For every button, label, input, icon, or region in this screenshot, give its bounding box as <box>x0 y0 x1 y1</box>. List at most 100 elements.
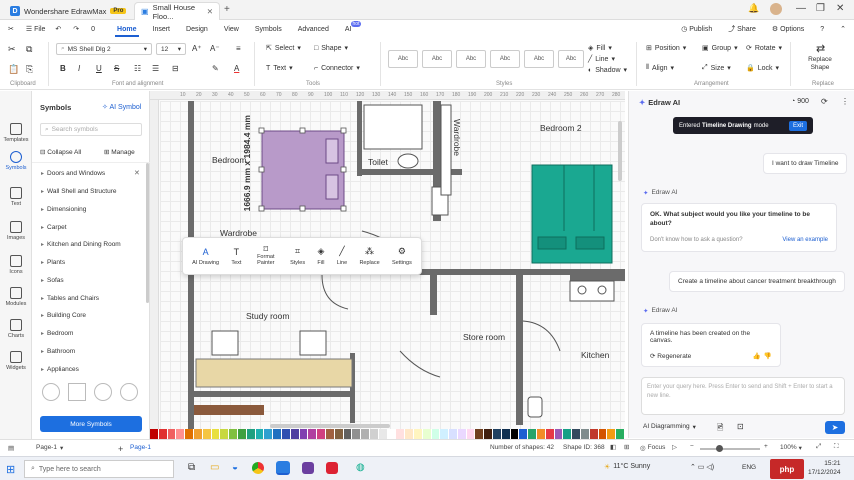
regenerate-button[interactable]: ⟳ Regenerate <box>650 352 691 360</box>
rail-images[interactable]: Images <box>0 221 32 241</box>
add-page-button[interactable]: + <box>118 444 123 454</box>
edge-dev-icon[interactable]: ◍ <box>356 462 365 473</box>
publish-button[interactable]: ◷ Publish <box>673 25 720 33</box>
style-swatch[interactable]: Abc <box>456 50 486 68</box>
page-tab[interactable]: Page-1 <box>130 444 151 451</box>
ai-mode-select[interactable]: AI Diagramming ▾ <box>643 423 696 431</box>
page-select[interactable]: Page-1 ▾ <box>36 444 63 452</box>
color-swatch[interactable] <box>158 429 168 439</box>
ai-query-input[interactable]: Enter your query here. Press Enter to se… <box>641 377 845 415</box>
copy-icon[interactable]: ⧉ <box>26 44 32 55</box>
focus-button[interactable]: ◎ Focus <box>640 444 665 452</box>
color-swatch[interactable] <box>537 429 546 439</box>
color-swatch[interactable] <box>449 429 458 439</box>
attach-icon[interactable]: 🖻 <box>717 422 723 436</box>
color-swatch[interactable] <box>220 429 230 439</box>
share-button[interactable]: ⤴ Share <box>720 24 764 34</box>
menu-home[interactable]: Home <box>109 26 144 37</box>
text-frame-icon[interactable]: ⊟ <box>172 64 179 73</box>
history-icon[interactable]: ⟳ <box>821 97 828 106</box>
undo-button[interactable]: ↶ <box>49 25 67 33</box>
library-dimensioning[interactable]: Dimensioning <box>41 206 86 213</box>
play-icon[interactable]: ▷ <box>672 443 677 451</box>
library-doors-windows[interactable]: Doors and Windows <box>41 170 105 177</box>
zoom-in-icon[interactable]: + <box>764 443 768 450</box>
color-swatch[interactable] <box>493 429 502 439</box>
thumbs-up-icon[interactable]: 👍 <box>753 352 761 360</box>
library-bedroom[interactable]: Bedroom <box>41 330 73 337</box>
ai-symbol-button[interactable]: ✧ AI Symbol <box>102 103 141 111</box>
color-swatch[interactable] <box>387 429 397 439</box>
layers-icon[interactable]: ◧ <box>610 443 616 451</box>
library-appliances[interactable]: Appliances <box>41 366 79 373</box>
style-swatch[interactable]: Abc <box>422 50 452 68</box>
color-swatch[interactable] <box>413 429 423 439</box>
color-swatch[interactable] <box>607 429 617 439</box>
weather-widget[interactable]: ☀ 11°C Sunny <box>604 463 650 471</box>
underline-icon[interactable]: U <box>96 64 102 73</box>
close-window-icon[interactable]: ✕ <box>836 3 844 14</box>
more-symbols-button[interactable]: More Symbols <box>40 416 142 432</box>
room-label[interactable]: Store room <box>463 332 505 342</box>
color-swatch[interactable] <box>273 429 282 439</box>
color-swatch[interactable] <box>581 429 590 439</box>
more-icon[interactable]: ⋮ <box>841 97 849 106</box>
search-input[interactable]: ⌕ Search symbols <box>40 123 142 136</box>
align-center-icon[interactable]: ≡ <box>236 44 241 53</box>
color-swatch[interactable] <box>475 429 485 439</box>
color-swatch[interactable] <box>290 429 300 439</box>
view-example-link[interactable]: View an example <box>782 236 828 245</box>
color-swatch[interactable] <box>369 429 379 439</box>
library-wall-shell[interactable]: Wall Shell and Structure <box>41 188 117 195</box>
text-tool-float[interactable]: T Text <box>231 247 241 266</box>
color-swatch[interactable] <box>281 429 291 439</box>
help-icon[interactable]: ? <box>812 26 832 33</box>
bullet-list-icon[interactable]: ☰ <box>152 64 159 73</box>
color-swatch[interactable] <box>528 429 538 439</box>
color-swatch[interactable] <box>202 429 212 439</box>
color-swatch[interactable] <box>378 429 388 439</box>
zoom-slider[interactable] <box>700 448 760 450</box>
color-swatch[interactable] <box>264 429 274 439</box>
color-swatch[interactable] <box>396 429 406 439</box>
menu-symbols[interactable]: Symbols <box>247 26 290 33</box>
list-icon[interactable]: ☷ <box>134 64 141 73</box>
close-tab-icon[interactable]: ✕ <box>207 7 213 16</box>
room-label[interactable]: Toilet <box>368 157 388 167</box>
lock-button[interactable]: 🔒 Lock ▾ <box>746 64 779 73</box>
room-label[interactable]: Wardrobe <box>452 119 462 156</box>
fill-button[interactable]: ◈ Fill ▾ <box>588 44 612 53</box>
style-swatch[interactable]: Abc <box>490 50 520 68</box>
decrease-font-icon[interactable]: A⁻ <box>210 44 220 53</box>
menu-ai[interactable]: AI hot <box>337 20 362 33</box>
color-swatch[interactable] <box>176 429 186 439</box>
edrawmax-taskbar-icon[interactable] <box>276 461 290 475</box>
color-swatch[interactable] <box>519 429 529 439</box>
font-color-icon[interactable]: A <box>234 64 239 73</box>
style-swatch[interactable]: Abc <box>524 50 554 68</box>
color-swatch[interactable] <box>405 429 414 439</box>
manage-button[interactable]: ⊞ Manage <box>104 148 135 156</box>
shadow-button[interactable]: ◐ Shadow ▾ <box>588 66 627 75</box>
color-swatch[interactable] <box>325 429 335 439</box>
color-swatch[interactable] <box>150 429 159 439</box>
rail-icons[interactable]: Icons <box>0 255 32 275</box>
format-painter-tool[interactable]: ⌑ Format Painter <box>254 245 278 267</box>
color-swatch[interactable] <box>193 429 203 439</box>
rail-text[interactable]: Text <box>0 187 32 207</box>
font-name-select[interactable]: ⌕ MS Shell Dlg 2 ▾ <box>56 43 152 55</box>
line-button[interactable]: ╱ Line ▾ <box>588 55 615 64</box>
image-icon[interactable]: ⊡ <box>737 422 744 431</box>
input-language[interactable]: ENG <box>742 464 756 471</box>
strikethrough-icon[interactable]: S <box>114 64 119 73</box>
zoom-slider-handle[interactable] <box>716 445 723 452</box>
styles-tool[interactable]: ⌗ Styles <box>290 246 305 266</box>
color-swatch[interactable] <box>361 429 370 439</box>
room-label[interactable]: Study room <box>246 311 289 321</box>
cut-icon[interactable]: ✂ <box>8 44 16 55</box>
color-swatch[interactable] <box>440 429 450 439</box>
send-button[interactable]: ➤ <box>825 421 845 434</box>
room-label[interactable]: Kitchen <box>581 350 609 360</box>
exit-mode-button[interactable]: Exit <box>788 120 807 131</box>
page-layout-icon[interactable]: ▤ <box>8 444 14 452</box>
